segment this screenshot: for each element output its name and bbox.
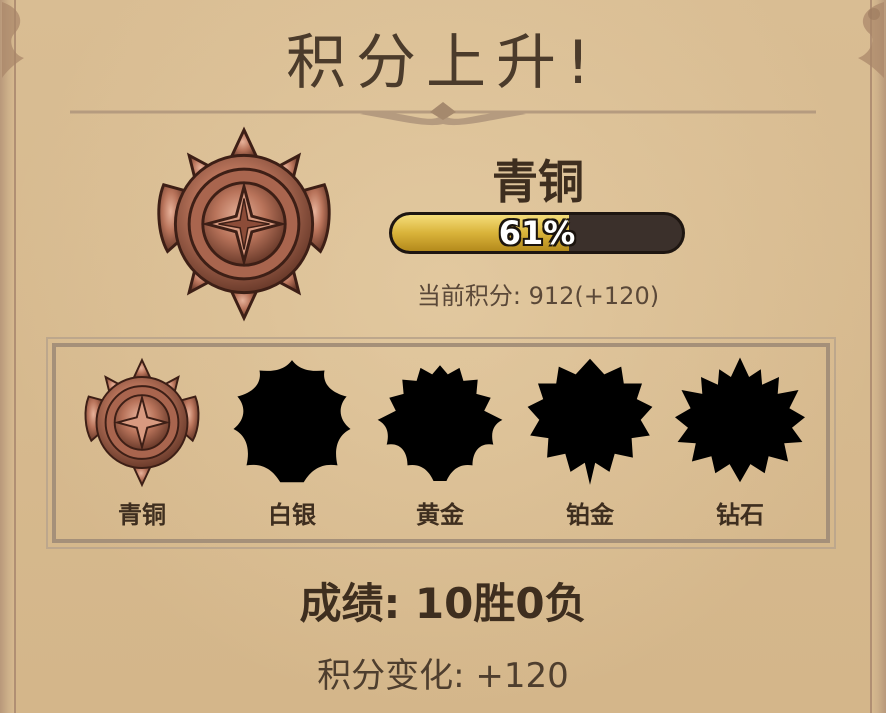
page-title: 积分上升! bbox=[285, 28, 601, 98]
current-rank-name: 青铜 bbox=[492, 155, 584, 209]
rank-progress-bar: 61% bbox=[389, 212, 685, 254]
current-score-text: 当前积分: 912(+120) bbox=[416, 282, 660, 310]
tier-label: 青铜 bbox=[118, 501, 166, 529]
platinum-silhouette-icon bbox=[527, 358, 653, 485]
bronze-medal-large-icon bbox=[157, 126, 331, 322]
diamond-silhouette-icon bbox=[675, 357, 805, 483]
tier-item-diamond: 钻石 bbox=[670, 355, 810, 535]
tier-item-gold: 黄金 bbox=[370, 355, 510, 535]
gold-silhouette-icon bbox=[377, 365, 503, 481]
score-change-text: 积分变化: +120 bbox=[317, 656, 569, 696]
tier-label: 铂金 bbox=[566, 501, 614, 529]
tier-item-silver: 白银 bbox=[222, 355, 362, 535]
silver-silhouette-icon bbox=[233, 360, 351, 483]
tier-label: 钻石 bbox=[716, 501, 764, 529]
tier-label: 黄金 bbox=[416, 501, 464, 529]
tier-label: 白银 bbox=[268, 501, 316, 529]
bronze-medal-icon bbox=[84, 357, 200, 488]
tier-item-bronze: 青铜 bbox=[72, 355, 212, 535]
tier-item-platinum: 铂金 bbox=[520, 355, 660, 535]
match-record-text: 成绩: 10胜0负 bbox=[299, 579, 587, 628]
rank-progress-text: 61% bbox=[498, 214, 576, 252]
